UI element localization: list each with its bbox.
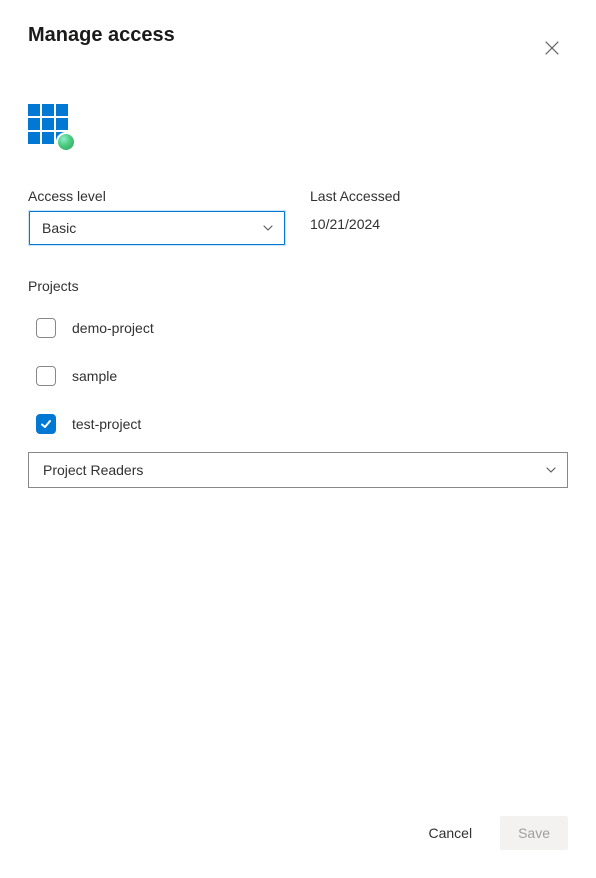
chevron-down-icon (262, 222, 274, 234)
chevron-down-icon (545, 464, 557, 476)
dialog-header: Manage access (28, 24, 568, 64)
fields-row: Access level Basic Last Accessed 10/21/2… (28, 188, 568, 246)
dialog-footer: Cancel Save (28, 816, 568, 854)
project-role-value: Project Readers (43, 462, 143, 478)
access-level-value: Basic (42, 220, 76, 236)
project-checkbox[interactable] (36, 366, 56, 386)
last-accessed-field: Last Accessed 10/21/2024 (310, 188, 568, 246)
last-accessed-label: Last Accessed (310, 188, 568, 204)
access-level-field: Access level Basic (28, 188, 286, 246)
project-checkbox[interactable] (36, 414, 56, 434)
project-item: test-project (36, 414, 568, 434)
project-name-label[interactable]: demo-project (72, 320, 154, 336)
dialog-title: Manage access (28, 24, 175, 47)
globe-icon (56, 132, 76, 152)
projects-label: Projects (28, 278, 568, 294)
last-accessed-value: 10/21/2024 (310, 210, 568, 238)
project-list: demo-project sample test-project (28, 318, 568, 434)
manage-access-dialog: Manage access Access level Basic (0, 0, 596, 878)
project-checkbox[interactable] (36, 318, 56, 338)
project-role-select[interactable]: Project Readers (28, 452, 568, 488)
project-name-label[interactable]: test-project (72, 416, 141, 432)
close-button[interactable] (536, 32, 568, 64)
cancel-button[interactable]: Cancel (410, 816, 490, 850)
user-avatar (28, 104, 72, 148)
checkmark-icon (40, 418, 52, 430)
access-level-select[interactable]: Basic (28, 210, 286, 246)
project-name-label[interactable]: sample (72, 368, 117, 384)
close-icon (544, 40, 560, 56)
project-item: sample (36, 366, 568, 386)
access-level-label: Access level (28, 188, 286, 204)
save-button[interactable]: Save (500, 816, 568, 850)
project-item: demo-project (36, 318, 568, 338)
